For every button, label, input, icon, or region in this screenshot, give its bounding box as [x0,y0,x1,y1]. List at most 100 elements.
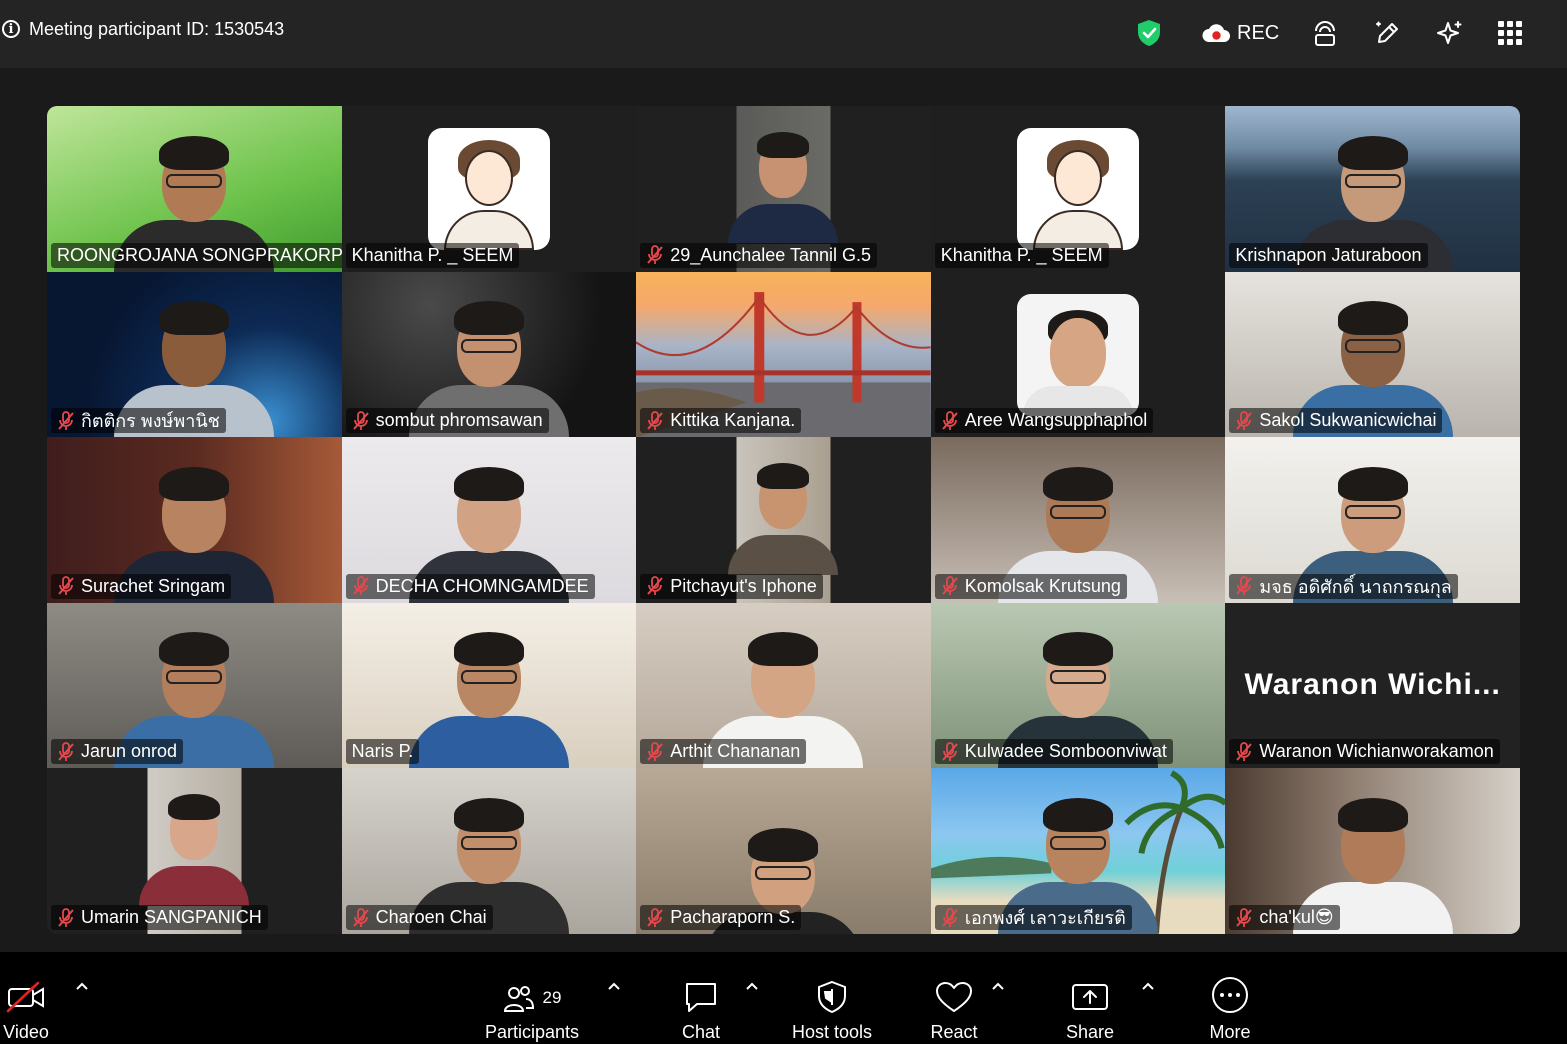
mic-muted-icon [58,576,74,596]
meeting-info-text: Meeting participant ID: 1530543 [29,18,285,39]
participant-tile[interactable]: cha'kul😎 [1225,768,1520,934]
react-label: React [930,1022,978,1042]
participant-name: Pitchayut's Iphone [670,575,817,596]
participants-options-caret-icon[interactable] [606,978,622,994]
participant-name-tag: เอกพงศ์ เลาวะเกียรติ [934,905,1132,930]
more-button[interactable]: More [1204,952,1256,1044]
participant-name: Kulwadee Somboonviwat [964,741,1167,762]
participant-video [134,786,254,906]
host-tools-button[interactable]: Host tools [786,952,878,1044]
heart-icon [936,982,972,1012]
security-shield-icon[interactable] [1136,18,1162,48]
participant-name: กิตติกร พงษ์พานิช [81,411,220,432]
participant-name-tag: Jarun onrod [51,739,184,765]
react-button[interactable]: React [928,952,980,1044]
video-options-caret-icon[interactable] [74,978,90,994]
participant-name-tag: Waranon Wichianworakamon [1229,739,1500,765]
participant-name: Kittika Kanjana. [670,410,796,431]
video-label: Video [3,1022,49,1042]
participant-tile[interactable]: Krishnapon Jaturaboon [1225,106,1520,272]
participant-name: DECHA CHOMNGAMDEE [375,575,589,596]
participant-tile[interactable]: Sakol Sukwanicwichai [1225,271,1520,438]
host-tools-label: Host tools [791,1022,873,1042]
participant-tile[interactable]: ROONGROJANA SONGPRAKORP [47,106,342,272]
participants-label: Participants [484,1022,580,1042]
host-shield-icon [818,980,846,1014]
participant-tile[interactable]: Surachet Sringam [47,437,342,603]
participant-tile[interactable]: DECHA CHOMNGAMDEE [341,437,637,603]
participant-tile[interactable]: Pacharaporn S. [636,768,931,934]
participant-tile[interactable]: Kittika Kanjana. [636,271,931,438]
participant-tile[interactable]: 29_Aunchalee Tannil G.5 [636,106,931,272]
sparkle-icon[interactable] [1436,18,1464,48]
participant-display-name: Waranon Wichi... [1244,667,1501,701]
participant-name: Khanitha P. _ SEEM [351,244,514,265]
share-screen-icon [1072,984,1108,1010]
participant-tile[interactable]: sombut phromsawan [341,271,637,438]
bottom-toolbar: Video 29 Participants Chat Host tools Re… [0,952,1567,1044]
participant-tile[interactable]: Kulwadee Somboonviwat [930,602,1226,769]
meeting-info[interactable]: i Meeting participant ID: 1530543 [0,17,284,41]
chat-options-caret-icon[interactable] [744,978,760,994]
mic-muted-icon [352,410,369,430]
participant-name-tag: กิตติกร พงษ์พานิช [51,408,226,434]
participant-tile[interactable]: Charoen Chai [341,768,637,934]
react-options-caret-icon[interactable] [990,978,1006,994]
more-label: More [1209,1022,1251,1042]
mic-muted-icon [942,907,958,927]
participant-name: Charoen Chai [375,907,487,927]
participant-name: Khanitha P. _ SEEM [940,244,1103,265]
participant-name: Surachet Sringam [81,575,226,596]
mic-muted-icon [647,410,663,430]
participant-name-tag: Pacharaporn S. [640,905,802,930]
participant-tile[interactable]: Aree Wangsupphaphol [930,271,1226,438]
participant-tile[interactable]: Arthit Chananan [636,602,931,769]
info-icon[interactable]: i [2,20,20,38]
video-button[interactable]: Video [0,952,52,1044]
top-bar: i Meeting participant ID: 1530543 REC [0,0,1567,68]
share-button[interactable]: Share [1064,952,1116,1044]
participants-button[interactable]: 29 Participants [482,952,582,1044]
participant-video [723,455,843,575]
participant-tile[interactable]: Pitchayut's Iphone [636,437,931,603]
participant-tile[interactable]: เอกพงศ์ เลาวะเกียรติ [930,768,1226,934]
mic-muted-icon [647,245,663,265]
share-label: Share [1065,1022,1115,1042]
participant-tile[interactable]: Jarun onrod [47,602,342,769]
profile-photo [1017,293,1140,416]
participant-tile[interactable]: Khanitha P. _ SEEM [341,106,637,272]
participant-video [404,618,574,769]
mic-muted-icon [352,907,369,927]
participant-tile[interactable]: มจธ อดิศักดิ์ นาถกรณกุล [1225,437,1520,603]
participant-name-tag: Komolsak Krutsung [934,573,1127,599]
mic-muted-icon [942,741,958,761]
mic-muted-icon [647,907,663,927]
participant-name-tag: Kulwadee Somboonviwat [934,739,1173,765]
edit-icon[interactable] [1374,18,1402,48]
participant-name: cha'kul😎 [1259,907,1334,927]
participant-tile[interactable]: กิตติกร พงษ์พานิช [47,271,342,438]
participant-name: Umarin SANGPANICH [81,907,262,927]
participant-tile[interactable]: Komolsak Krutsung [930,437,1226,603]
mic-muted-icon [1236,576,1253,596]
mic-muted-icon [58,741,74,761]
participant-name: Komolsak Krutsung [964,575,1121,596]
participant-tile[interactable]: Waranon Wichi... Waranon Wichianworakamon [1225,602,1520,769]
chat-button[interactable]: Chat [680,952,722,1044]
hybrid-icon[interactable] [1313,18,1337,48]
share-options-caret-icon[interactable] [1140,978,1156,994]
participant-name-tag: Khanitha P. _ SEEM [934,242,1109,268]
participant-name-tag: Charoen Chai [345,905,493,930]
participant-video [723,124,843,244]
participant-tile[interactable]: Naris P. [341,602,637,769]
participants-icon [503,986,534,1012]
participants-count: 29 [542,988,562,1007]
participant-name: Waranon Wichianworakamon [1259,741,1494,762]
participant-name-tag: ROONGROJANA SONGPRAKORP [51,242,342,268]
participant-name-tag: Aree Wangsupphaphol [934,408,1154,434]
participant-tile[interactable]: Umarin SANGPANICH [47,768,342,934]
cloud-record-button[interactable]: REC [1201,18,1279,48]
mic-muted-icon [647,741,663,761]
apps-grid-icon[interactable] [1498,18,1522,48]
participant-tile[interactable]: Khanitha P. _ SEEM [930,106,1226,272]
